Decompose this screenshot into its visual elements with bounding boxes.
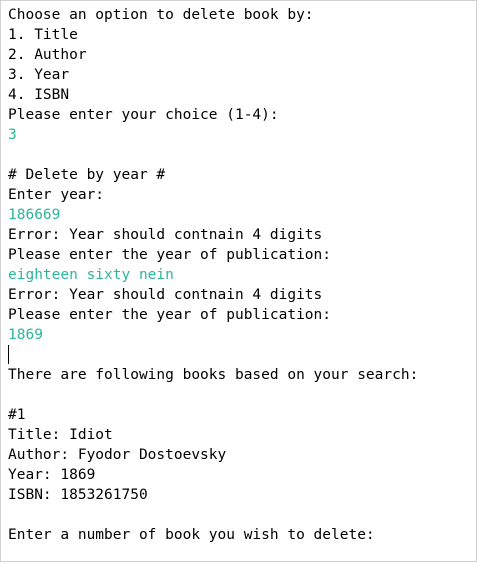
console-output[interactable]: Choose an option to delete book by: 1. T…	[0, 0, 477, 562]
result-index: #1	[8, 407, 26, 423]
console-prompt: Enter a number of book you wish to delet…	[8, 527, 375, 543]
console-line: Please enter the year of publication:	[8, 307, 332, 323]
result-year: Year: 1869	[8, 467, 96, 483]
console-line: 2. Author	[8, 47, 87, 63]
console-line: 1. Title	[8, 27, 78, 43]
user-input-line: 1869	[8, 327, 43, 343]
console-line: Choose an option to delete book by:	[8, 7, 314, 23]
console-line: 4. ISBN	[8, 87, 70, 103]
console-line: There are following books based on your …	[8, 367, 419, 383]
result-author: Author: Fyodor Dostoevsky	[8, 447, 227, 463]
error-line: Error: Year should contnain 4 digits	[8, 227, 323, 243]
text-caret	[8, 345, 9, 364]
console-line: # Delete by year #	[8, 167, 166, 183]
user-input-line: 3	[8, 127, 17, 143]
caret-line[interactable]	[8, 345, 476, 365]
console-line: 3. Year	[8, 67, 70, 83]
console-line: Please enter your choice (1-4):	[8, 107, 279, 123]
result-title: Title: Idiot	[8, 427, 113, 443]
console-line: Enter year:	[8, 187, 105, 203]
result-isbn: ISBN: 1853261750	[8, 487, 148, 503]
user-input-line: eighteen sixty nein	[8, 267, 174, 283]
error-line: Error: Year should contnain 4 digits	[8, 287, 323, 303]
console-line: Please enter the year of publication:	[8, 247, 332, 263]
user-input-line: 186669	[8, 207, 61, 223]
